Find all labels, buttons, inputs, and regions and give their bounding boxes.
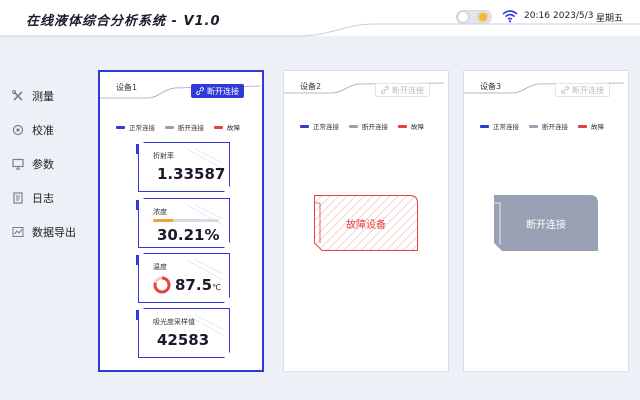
theme-toggle[interactable] (456, 10, 492, 24)
metric-card-refractive-index: 折射率 1.33587 (138, 142, 230, 192)
wifi-icon (502, 10, 518, 23)
status-date: 2023/5/3 (553, 11, 594, 21)
legend-normal: 正常连接 (116, 122, 155, 132)
status-legend: 正常连接 断开连接 故障 (300, 121, 424, 131)
device-title: 设备2 (300, 82, 322, 91)
button-label: 断开连接 (207, 86, 239, 96)
temperature-ring-icon (153, 276, 171, 294)
disconnect-button[interactable]: 断开连接 (191, 84, 244, 98)
legend-fault: 故障 (578, 121, 604, 131)
device-panel-1: 设备1 断开连接 正常连接 断开连接 故障 折射率 1.33587 浓度 30.… (98, 70, 264, 372)
metric-label: 浓度 (153, 208, 167, 216)
sun-icon (479, 13, 487, 21)
sidebar-item-label: 参数 (32, 158, 54, 171)
status-weekday: 星期五 (596, 14, 624, 24)
disconnect-button[interactable]: 断开连接 (375, 83, 430, 97)
sidebar-item-label: 校准 (32, 124, 54, 137)
legend-fault: 故障 (214, 122, 240, 132)
status-legend: 正常连接 断开连接 故障 (116, 122, 240, 132)
sidebar-item-label: 测量 (32, 90, 54, 103)
metric-label: 折射率 (153, 152, 174, 160)
metric-card-absorbance: 吸光度采样值 42583 (138, 308, 230, 358)
legend-disconnected: 断开连接 (349, 121, 388, 131)
disconnect-button[interactable]: 断开连接 (555, 83, 610, 97)
metric-unit: ℃ (212, 283, 221, 292)
link-icon (381, 86, 389, 94)
status-time: 20:16 (524, 11, 550, 21)
device-panel-3: 设备3 断开连接 正常连接 断开连接 故障 断开连接 (463, 70, 629, 372)
metric-card-temperature: 温度 87.5℃ (138, 253, 230, 303)
header-bar: 在线液体综合分析系统 - V1.0 20:16 2023/5/3 星期五 (0, 0, 640, 37)
metric-card-concentration: 浓度 30.21% (138, 198, 230, 248)
legend-normal: 正常连接 (480, 121, 519, 131)
metric-value: 1.33587 (157, 165, 226, 183)
toggle-knob (458, 12, 468, 22)
legend-fault: 故障 (398, 121, 424, 131)
sidebar-item-label: 日志 (32, 192, 54, 205)
app-title: 在线液体综合分析系统 - V1.0 (26, 14, 221, 29)
button-label: 断开连接 (392, 85, 424, 95)
sidebar: 测量 校准 参数 日志 数据导出 (0, 36, 84, 400)
disconnected-device-block: 断开连接 (494, 195, 598, 251)
disconnected-device-label: 断开连接 (526, 219, 566, 231)
device-title: 设备1 (116, 83, 138, 92)
fault-device-block: 故障设备 (314, 195, 418, 251)
metric-value: 87.5℃ (175, 276, 221, 294)
document-icon (12, 192, 24, 204)
status-legend: 正常连接 断开连接 故障 (480, 121, 604, 131)
legend-normal: 正常连接 (300, 121, 339, 131)
device-title: 设备3 (480, 82, 502, 91)
sidebar-item-measure[interactable]: 测量 (12, 88, 54, 104)
metric-value: 42583 (157, 331, 210, 349)
progress-fill (153, 219, 173, 222)
sidebar-item-log[interactable]: 日志 (12, 190, 54, 206)
link-icon (561, 86, 569, 94)
target-icon (12, 124, 24, 136)
sidebar-item-export[interactable]: 数据导出 (12, 224, 76, 240)
link-icon (196, 87, 204, 95)
device-panel-2: 设备2 断开连接 正常连接 断开连接 故障 故障设备 (283, 70, 449, 372)
metric-value: 30.21% (157, 226, 220, 244)
sidebar-item-calibrate[interactable]: 校准 (12, 122, 54, 138)
metric-label: 吸光度采样值 (153, 318, 195, 326)
concentration-progress-bar (153, 219, 219, 222)
sidebar-item-params[interactable]: 参数 (12, 156, 54, 172)
chart-icon (12, 226, 24, 238)
sidebar-item-label: 数据导出 (32, 226, 76, 239)
button-label: 断开连接 (572, 85, 604, 95)
legend-disconnected: 断开连接 (529, 121, 568, 131)
fault-device-label: 故障设备 (346, 219, 386, 231)
metric-label: 温度 (153, 263, 167, 271)
legend-disconnected: 断开连接 (165, 122, 204, 132)
tools-icon (12, 90, 24, 102)
monitor-icon (12, 158, 24, 170)
